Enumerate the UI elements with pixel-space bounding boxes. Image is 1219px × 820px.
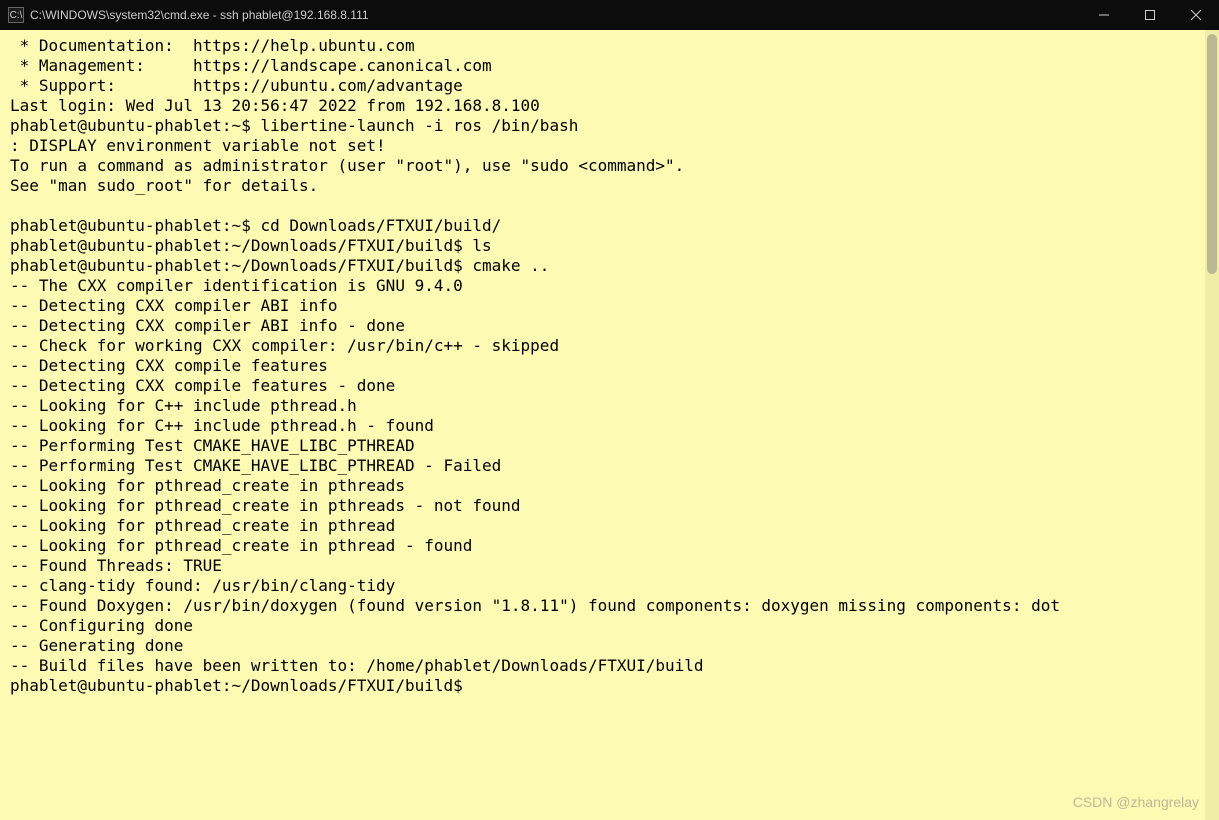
close-icon	[1191, 10, 1201, 20]
terminal-lines: * Documentation: https://help.ubuntu.com…	[10, 36, 1209, 696]
scrollbar-thumb[interactable]	[1207, 34, 1217, 274]
maximize-icon	[1145, 10, 1155, 20]
watermark: CSDN @zhangrelay	[1073, 792, 1199, 812]
maximize-button[interactable]	[1127, 0, 1173, 30]
window-titlebar[interactable]: C:\ C:\WINDOWS\system32\cmd.exe - ssh ph…	[0, 0, 1219, 30]
close-button[interactable]	[1173, 0, 1219, 30]
window-title: C:\WINDOWS\system32\cmd.exe - ssh phable…	[30, 8, 369, 22]
window-controls	[1081, 0, 1219, 30]
terminal-output[interactable]: * Documentation: https://help.ubuntu.com…	[0, 30, 1219, 820]
scrollbar-track[interactable]	[1205, 30, 1219, 820]
titlebar-left: C:\ C:\WINDOWS\system32\cmd.exe - ssh ph…	[8, 7, 369, 23]
cmd-icon: C:\	[8, 7, 24, 23]
minimize-icon	[1099, 10, 1109, 20]
minimize-button[interactable]	[1081, 0, 1127, 30]
